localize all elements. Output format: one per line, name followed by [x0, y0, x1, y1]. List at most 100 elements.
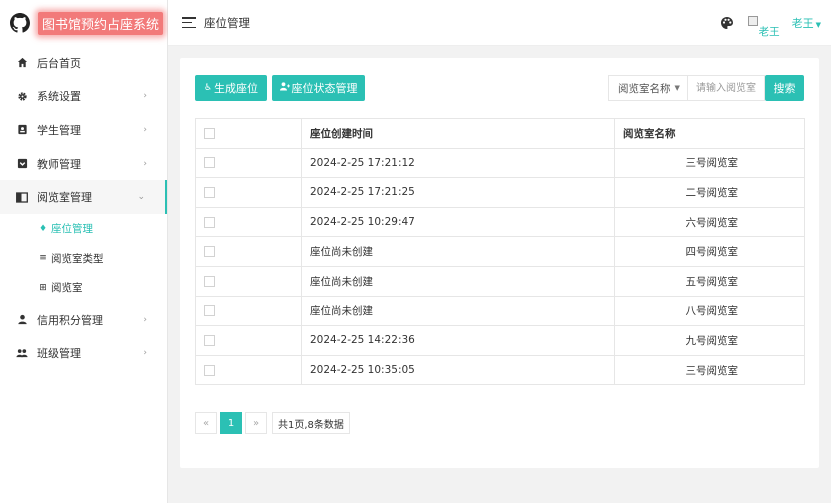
chevron-right-icon: › — [143, 91, 147, 102]
created-cell: 2024-2-25 10:29:47 — [301, 206, 615, 238]
room-search-input[interactable] — [688, 75, 765, 101]
created-cell: 座位尚未创建 — [301, 236, 615, 267]
table-row: 座位尚未创建 五号阅览室 — [195, 265, 805, 297]
github-icon — [10, 13, 30, 33]
room-name-select[interactable]: 阅览室名称 ▼ — [608, 75, 688, 101]
sidebar-item-classes[interactable]: 班级管理 › — [0, 336, 167, 370]
seat-status-label: 座位状态管理 — [291, 82, 358, 95]
wheelchair-icon: ♿ — [203, 83, 213, 93]
sidebar-item-label: 学生管理 — [37, 123, 81, 137]
generate-seats-button[interactable]: ♿ 生成座位 — [195, 75, 267, 101]
caret-down-icon: ▼ — [674, 84, 680, 92]
select-all-checkbox[interactable] — [204, 127, 215, 139]
sidebar-item-settings[interactable]: 系统设置 › — [0, 80, 167, 114]
sidebar-subitem-room-types[interactable]: ≡ 阅览室类型 — [0, 244, 167, 274]
search-group: 阅览室名称▼ 搜索 — [608, 75, 804, 101]
search-button[interactable]: 搜索 — [765, 75, 804, 101]
chevron-down-icon: ⌄ — [137, 192, 145, 203]
row-checkbox[interactable] — [204, 305, 215, 317]
sidebar-subitem-rooms[interactable]: ⊞ 阅览室 — [0, 273, 167, 303]
id-card-icon — [16, 124, 28, 136]
sidebar-item-reading-rooms[interactable]: 阅览室管理 ⌄ — [0, 180, 167, 214]
prev-page-button[interactable]: « — [195, 412, 217, 434]
avatar[interactable]: 老王 — [747, 10, 782, 38]
sidebar-item-teachers[interactable]: 教师管理 › — [0, 147, 167, 181]
column-header-room: 阅览室名称 — [614, 118, 805, 149]
sidebar-item-label: 班级管理 — [37, 347, 81, 361]
sidebar-item-home[interactable]: 后台首页 — [0, 46, 167, 80]
palette-icon[interactable] — [720, 16, 734, 30]
chevron-right-icon: › — [143, 348, 147, 359]
sidebar-subitem-label: 阅览室类型 — [51, 252, 104, 265]
sidebar-item-label: 系统设置 — [37, 90, 81, 104]
list-icon: ≡ — [39, 253, 47, 264]
sidebar: 图书馆预约占座系统 后台首页 系统设置 › 学生管理 › 教师管理 › 阅览室管… — [0, 0, 168, 503]
room-cell: 六号阅览室 — [614, 206, 805, 238]
room-cell: 三号阅览室 — [614, 354, 805, 386]
top-header: 座位管理 老王 老王 ▼ — [168, 0, 831, 46]
sidebar-item-label: 信用积分管理 — [37, 313, 103, 327]
pagination: « 1 » 共1页,8条数据 — [195, 412, 350, 434]
search-button-label: 搜索 — [773, 82, 796, 95]
row-checkbox[interactable] — [204, 157, 215, 169]
sidebar-item-label: 教师管理 — [37, 157, 81, 171]
row-checkbox[interactable] — [204, 334, 215, 346]
select-value: 阅览室名称 — [618, 82, 671, 95]
table-row: 座位尚未创建 四号阅览室 — [195, 236, 805, 267]
user-menu[interactable]: 老王 ▼ — [792, 15, 821, 31]
user-plus-icon — [279, 82, 290, 94]
row-checkbox[interactable] — [204, 186, 215, 198]
toolbar: ♿生成座位 座位状态管理 阅览室名称▼ 搜索 — [195, 75, 804, 101]
chevron-right-icon: › — [143, 314, 147, 325]
breadcrumb: 座位管理 — [204, 15, 250, 30]
room-cell: 三号阅览室 — [614, 147, 805, 179]
table-row: 座位尚未创建 八号阅览室 — [195, 295, 805, 327]
home-icon — [16, 57, 28, 69]
select-all-cell — [195, 118, 302, 149]
sidebar-item-credit[interactable]: 信用积分管理 › — [0, 303, 167, 337]
table-row: 2024-2-25 10:29:47 六号阅览室 — [195, 206, 805, 238]
book-icon — [16, 191, 28, 203]
sidebar-item-label: 阅览室管理 — [37, 191, 92, 205]
gear-icon — [16, 90, 28, 102]
table-row: 2024-2-25 14:22:36 九号阅览室 — [195, 325, 805, 356]
user-icon — [16, 314, 28, 326]
sidebar-subitem-label: 阅览室 — [51, 282, 83, 295]
caret-down-icon: ▼ — [815, 21, 821, 29]
row-checkbox[interactable] — [204, 216, 215, 228]
room-cell: 九号阅览室 — [614, 325, 805, 356]
room-cell: 五号阅览室 — [614, 265, 805, 297]
row-checkbox[interactable] — [204, 246, 215, 258]
group-icon — [16, 347, 28, 359]
row-checkbox[interactable] — [204, 364, 215, 376]
page-1-button[interactable]: 1 — [220, 412, 242, 434]
seats-table: 座位创建时间 阅览室名称 2024-2-25 17:21:12 三号阅览室 202… — [195, 118, 805, 386]
created-cell: 座位尚未创建 — [301, 265, 615, 297]
menu-toggle-icon[interactable] — [182, 17, 196, 28]
sidebar-subitem-seats[interactable]: ♦ 座位管理 — [0, 214, 167, 244]
created-cell: 2024-2-25 17:21:12 — [301, 147, 615, 179]
broken-image-icon — [747, 16, 758, 26]
room-cell: 四号阅览室 — [614, 236, 805, 267]
seat-status-button[interactable]: 座位状态管理 — [272, 75, 365, 101]
username: 老王 — [791, 17, 814, 30]
chevron-right-icon: › — [143, 158, 147, 169]
avatar-alt-text: 老王 — [758, 26, 780, 38]
sidebar-menu: 后台首页 系统设置 › 学生管理 › 教师管理 › 阅览室管理 ⌄ ♦ 座位管理… — [0, 46, 167, 370]
teacher-icon — [16, 158, 28, 170]
table-header-row: 座位创建时间 阅览室名称 — [195, 118, 805, 149]
sidebar-item-students[interactable]: 学生管理 › — [0, 113, 167, 147]
created-cell: 2024-2-25 14:22:36 — [301, 325, 615, 356]
logo: 图书馆预约占座系统 — [0, 0, 167, 46]
generate-seats-label: 生成座位 — [214, 82, 259, 95]
row-checkbox[interactable] — [204, 275, 215, 287]
table-row: 2024-2-25 17:21:25 二号阅览室 — [195, 177, 805, 208]
sidebar-subitem-label: 座位管理 — [51, 223, 93, 236]
pagination-info: 共1页,8条数据 — [272, 412, 350, 434]
grid-icon: ⊞ — [39, 282, 47, 293]
room-cell: 二号阅览室 — [614, 177, 805, 208]
seat-management-card: ♿生成座位 座位状态管理 阅览室名称▼ 搜索 座位创建时间 阅览室名称 2024… — [180, 58, 819, 468]
column-header-created: 座位创建时间 — [301, 118, 615, 149]
next-page-button[interactable]: » — [245, 412, 267, 434]
chevron-right-icon: › — [143, 124, 147, 135]
